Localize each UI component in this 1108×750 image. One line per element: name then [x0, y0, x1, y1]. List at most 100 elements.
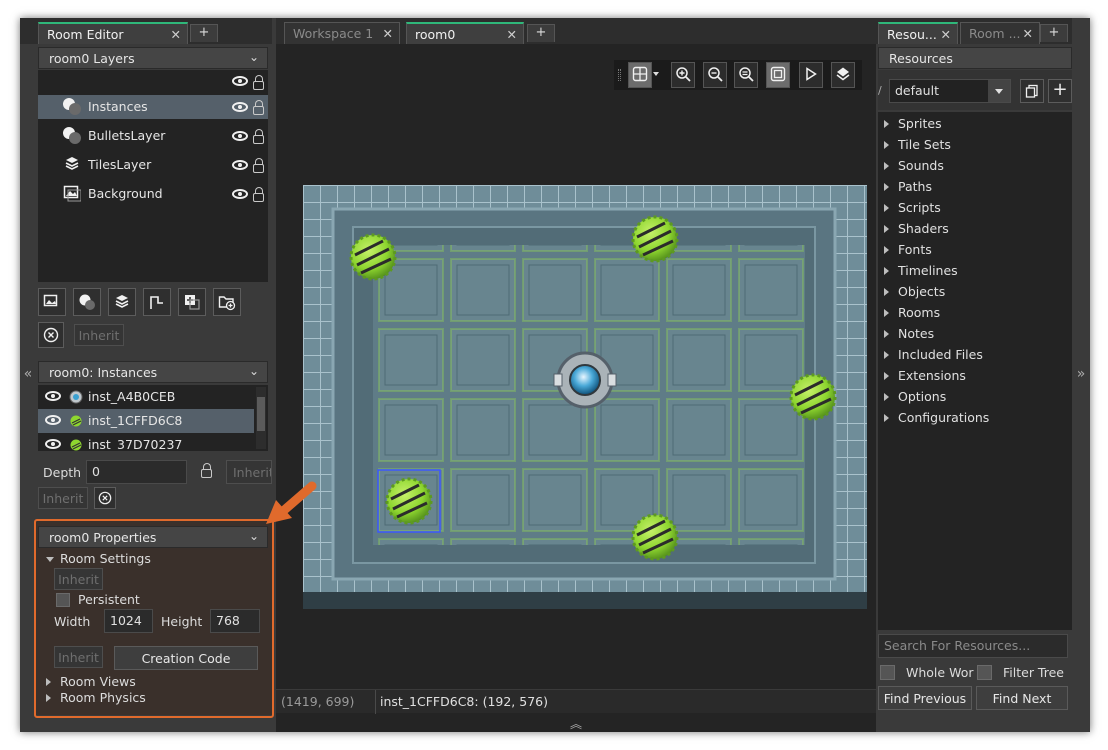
tree-item-paths[interactable]: Paths [884, 179, 932, 194]
whole-word-checkbox[interactable] [880, 665, 895, 680]
tree-item-objects[interactable]: Objects [884, 284, 945, 299]
eye-icon[interactable] [45, 415, 61, 425]
fit-view-button[interactable] [766, 62, 790, 88]
depth-field[interactable]: 0 [86, 460, 187, 484]
chevron-down-icon[interactable]: ⌄ [249, 364, 259, 378]
chevron-down-icon[interactable]: ⌄ [249, 50, 259, 64]
tree-item-extensions[interactable]: Extensions [884, 368, 966, 383]
tree-item-included-files[interactable]: Included Files [884, 347, 983, 362]
tab-room-editor-label: Room Editor [47, 27, 124, 42]
lock-icon[interactable] [253, 75, 264, 90]
add-path-layer-button[interactable] [143, 288, 171, 316]
add-resource-button[interactable]: + [1048, 79, 1072, 103]
layer-row-bullets[interactable]: BulletsLayer [38, 124, 268, 148]
instances-header[interactable]: room0: Instances ⌄ [38, 361, 268, 383]
delete-circle-icon [98, 491, 112, 505]
eye-icon[interactable] [232, 160, 248, 170]
clear-room-button[interactable] [831, 62, 855, 88]
instance-row[interactable]: inst_A4B0CEB [38, 385, 254, 409]
inherit-layers-button[interactable]: Inherit [74, 324, 124, 346]
instance-row[interactable]: inst_1CFFD6C8 [38, 409, 254, 433]
copy-icon [1025, 84, 1038, 98]
collapse-right-button[interactable]: » [1072, 366, 1090, 382]
find-next-button[interactable]: Find Next [976, 686, 1068, 710]
expand-arrow-icon [884, 204, 889, 212]
tab-workspace-1[interactable]: Workspace 1 ✕ [284, 22, 400, 44]
inherit-instances-button[interactable]: Inherit [38, 487, 88, 509]
tree-item-configurations[interactable]: Configurations [884, 410, 989, 425]
resources-header: Resources [878, 47, 1072, 69]
close-icon[interactable]: ✕ [941, 27, 951, 42]
eye-icon[interactable] [232, 102, 248, 112]
delete-instance-button[interactable] [94, 487, 116, 509]
zoom-reset-button[interactable] [734, 62, 758, 88]
scrollbar-thumb[interactable] [257, 397, 265, 431]
close-icon[interactable]: ✕ [1023, 26, 1033, 41]
eye-icon[interactable] [232, 76, 248, 86]
layer-row-tiles[interactable]: TilesLayer [38, 153, 268, 177]
tree-item-shaders[interactable]: Shaders [884, 221, 949, 236]
tab-room0[interactable]: room0 ✕ [406, 22, 524, 44]
lock-icon[interactable] [253, 129, 264, 144]
layers-header[interactable]: room0 Layers ⌄ [38, 47, 268, 69]
add-tile-layer-button[interactable] [108, 288, 136, 316]
tree-item-fonts[interactable]: Fonts [884, 242, 932, 257]
lock-icon[interactable] [253, 100, 264, 115]
delete-layer-button[interactable] [38, 322, 64, 348]
grid-toggle-button[interactable] [628, 62, 652, 88]
tree-item-notes[interactable]: Notes [884, 326, 934, 341]
tree-item-rooms[interactable]: Rooms [884, 305, 940, 320]
tree-item-tilesets[interactable]: Tile Sets [884, 137, 951, 152]
layer-row-instances[interactable]: Instances [38, 95, 268, 119]
tree-item-sounds[interactable]: Sounds [884, 158, 944, 173]
eye-icon[interactable] [232, 131, 248, 141]
add-asset-layer-button[interactable] [178, 288, 206, 316]
tree-item-sprites[interactable]: Sprites [884, 116, 942, 131]
eye-icon[interactable] [45, 439, 61, 449]
add-background-layer-button[interactable] [38, 288, 66, 316]
add-tab-button[interactable]: + [527, 24, 555, 42]
collapse-left-button[interactable]: « [20, 366, 36, 382]
spiky-sprite-icon [70, 439, 82, 451]
room-canvas[interactable] [303, 185, 867, 609]
add-instance-layer-button[interactable] [73, 288, 101, 316]
tree-item-options[interactable]: Options [884, 389, 946, 404]
tree-item-label: Included Files [898, 347, 983, 362]
lock-icon[interactable] [201, 463, 212, 478]
eye-icon[interactable] [45, 391, 61, 401]
add-layer-folder-button[interactable] [213, 288, 241, 316]
spiky-enemy[interactable] [789, 373, 837, 421]
add-tab-button[interactable]: + [190, 24, 218, 42]
spiky-enemy[interactable] [349, 233, 397, 281]
expand-arrow-icon [884, 267, 889, 275]
resource-search-input[interactable]: Search For Resources... [878, 634, 1068, 658]
lock-icon[interactable] [253, 187, 264, 202]
expand-bottom-button[interactable]: ︽ [564, 715, 588, 732]
zoom-in-button[interactable] [671, 62, 695, 88]
tab-resources[interactable]: Resou... ✕ [878, 22, 958, 44]
layer-name: TilesLayer [88, 157, 152, 172]
instances-scrollbar[interactable] [256, 387, 266, 449]
lock-icon[interactable] [253, 158, 264, 173]
spiky-enemy[interactable] [631, 513, 679, 561]
expand-arrow-icon [884, 162, 889, 170]
close-icon[interactable]: ✕ [507, 27, 517, 42]
tree-item-scripts[interactable]: Scripts [884, 200, 941, 215]
instance-row[interactable]: inst_37D70237 [38, 433, 254, 451]
group-dropdown[interactable]: default [889, 79, 1011, 103]
play-room-button[interactable] [799, 62, 823, 88]
tree-item-timelines[interactable]: Timelines [884, 263, 958, 278]
add-tab-button[interactable]: + [1040, 24, 1068, 42]
layer-row-background[interactable]: Background [38, 182, 268, 206]
grid-dropdown-arrow[interactable] [653, 72, 659, 76]
zoom-out-button[interactable] [703, 62, 727, 88]
spiky-enemy[interactable] [631, 215, 679, 263]
tab-room-editor[interactable]: Room Editor ✕ [38, 22, 188, 44]
close-icon[interactable]: ✕ [383, 26, 393, 41]
find-previous-button[interactable]: Find Previous [878, 686, 972, 710]
tab-room-inspector[interactable]: Room ... ✕ [960, 22, 1040, 44]
filter-tree-checkbox[interactable] [977, 665, 992, 680]
eye-icon[interactable] [232, 189, 248, 199]
copy-resource-button[interactable] [1020, 79, 1044, 103]
close-icon[interactable]: ✕ [171, 27, 181, 42]
